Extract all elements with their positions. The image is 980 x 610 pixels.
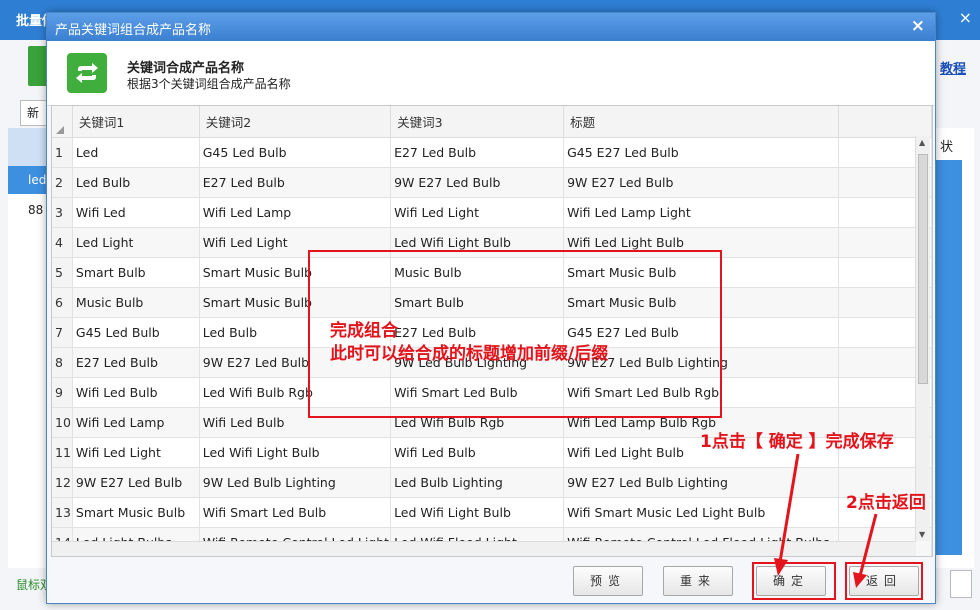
cell-keyword3[interactable]: Led Bulb Lighting: [390, 467, 565, 498]
column-header-empty: [838, 106, 932, 138]
cell-keyword2[interactable]: 9W Led Bulb Lighting: [199, 467, 392, 498]
table-header-row: 关键词1 关键词2 关键词3 标题: [52, 106, 932, 138]
scroll-up-icon[interactable]: ▲: [919, 138, 925, 147]
dialog-titlebar: 产品关键词组合成产品名称 ×: [47, 13, 935, 41]
annotation-center-line1: 完成组合: [330, 321, 398, 341]
cell-keyword1[interactable]: G45 Led Bulb: [72, 317, 200, 348]
row-number[interactable]: 5: [52, 257, 73, 288]
refresh-icon: [67, 53, 107, 93]
cell-keyword3[interactable]: Wifi Led Bulb: [390, 437, 565, 468]
cell-title[interactable]: G45 E27 Led Bulb: [563, 137, 839, 168]
row-number[interactable]: 9: [52, 377, 73, 408]
row-number[interactable]: 7: [52, 317, 73, 348]
scroll-thumb[interactable]: [918, 154, 928, 384]
cell-keyword2[interactable]: E27 Led Bulb: [199, 167, 392, 198]
row-number[interactable]: 4: [52, 227, 73, 258]
table-row[interactable]: 1 Led G45 Led Bulb E27 Led Bulb G45 E27 Led …: [52, 137, 932, 168]
header-subtitle: 根据3个关键词组合成产品名称: [127, 77, 291, 91]
scroll-down-icon[interactable]: ▼: [919, 530, 925, 539]
background-help-link[interactable]: 教程: [940, 58, 966, 77]
cell-keyword1[interactable]: Led: [72, 137, 200, 168]
row-number[interactable]: 10: [52, 407, 73, 438]
row-number[interactable]: 13: [52, 497, 73, 528]
row-number[interactable]: 12: [52, 467, 73, 498]
cell-keyword1[interactable]: 9W E27 Led Bulb: [72, 467, 200, 498]
background-selected-row[interactable]: led: [8, 166, 48, 194]
cell-keyword1[interactable]: Wifi Led: [72, 197, 200, 228]
column-header-keyword2[interactable]: 关键词2: [199, 106, 392, 138]
cell-keyword2[interactable]: G45 Led Bulb: [199, 137, 392, 168]
row-number[interactable]: 3: [52, 197, 73, 228]
table-row[interactable]: 3 Wifi Led Wifi Led Lamp Wifi Led Light Wifi…: [52, 197, 932, 228]
arrow-to-back-icon: [853, 513, 878, 588]
column-header-keyword1[interactable]: 关键词1: [72, 106, 200, 138]
cell-keyword1[interactable]: Wifi Led Bulb: [72, 377, 200, 408]
background-close-icon[interactable]: ×: [959, 8, 972, 27]
background-left-header: [8, 128, 48, 166]
cell-keyword2[interactable]: Wifi Led Lamp: [199, 197, 392, 228]
reset-button[interactable]: 重来: [663, 566, 733, 596]
cell-keyword1[interactable]: Led Light: [72, 227, 200, 258]
cell-keyword3[interactable]: 9W E27 Led Bulb: [390, 167, 565, 198]
dialog-close-icon[interactable]: ×: [911, 16, 925, 36]
row-number[interactable]: 2: [52, 167, 73, 198]
row-number[interactable]: 6: [52, 287, 73, 318]
annotation-center-line2: 此时可以给合成的标题增加前缀/后缀: [330, 344, 609, 364]
cell-keyword2[interactable]: Wifi Smart Led Bulb: [199, 497, 392, 528]
table-row[interactable]: 2 Led Bulb E27 Led Bulb 9W E27 Led Bulb 9W E…: [52, 167, 932, 198]
background-left-column: [8, 128, 48, 568]
background-row-value: 88: [28, 203, 44, 217]
background-status-header: 状: [940, 140, 954, 155]
arrow-to-confirm-icon: [774, 453, 800, 576]
background-input-box[interactable]: [950, 570, 972, 598]
table-corner[interactable]: [52, 106, 73, 138]
cell-keyword1[interactable]: Music Bulb: [72, 287, 200, 318]
cell-keyword1[interactable]: Wifi Led Lamp: [72, 407, 200, 438]
row-number[interactable]: 1: [52, 137, 73, 168]
dialog-header: 关键词合成产品名称 根据3个关键词组合成产品名称: [47, 41, 935, 106]
cell-title[interactable]: 9W E27 Led Bulb: [563, 167, 839, 198]
cell-keyword3[interactable]: Wifi Led Light: [390, 197, 565, 228]
cell-keyword1[interactable]: Smart Bulb: [72, 257, 200, 288]
dialog-title: 产品关键词组合成产品名称: [55, 23, 212, 38]
background-status-bar: [936, 160, 962, 555]
row-number[interactable]: 8: [52, 347, 73, 378]
cell-keyword2[interactable]: Led Wifi Light Bulb: [199, 437, 392, 468]
annotation-step1: 1点击【 确定 】完成保存: [700, 432, 894, 452]
column-header-keyword3[interactable]: 关键词3: [390, 106, 565, 138]
cell-title[interactable]: Wifi Led Lamp Light: [563, 197, 839, 228]
cell-keyword3[interactable]: Led Wifi Light Bulb: [390, 497, 565, 528]
vertical-scrollbar[interactable]: ▲ ▼: [915, 136, 930, 541]
preview-button[interactable]: 预览: [573, 566, 643, 596]
cell-keyword1[interactable]: Smart Music Bulb: [72, 497, 200, 528]
cell-keyword1[interactable]: E27 Led Bulb: [72, 347, 200, 378]
cell-keyword1[interactable]: Wifi Led Light: [72, 437, 200, 468]
header-title: 关键词合成产品名称: [127, 61, 245, 76]
cell-keyword3[interactable]: E27 Led Bulb: [390, 137, 565, 168]
cell-keyword1[interactable]: Led Bulb: [72, 167, 200, 198]
annotation-center: 完成组合 此时可以给合成的标题增加前缀/后缀: [330, 320, 608, 366]
row-number[interactable]: 11: [52, 437, 73, 468]
column-header-title[interactable]: 标题: [563, 106, 839, 138]
